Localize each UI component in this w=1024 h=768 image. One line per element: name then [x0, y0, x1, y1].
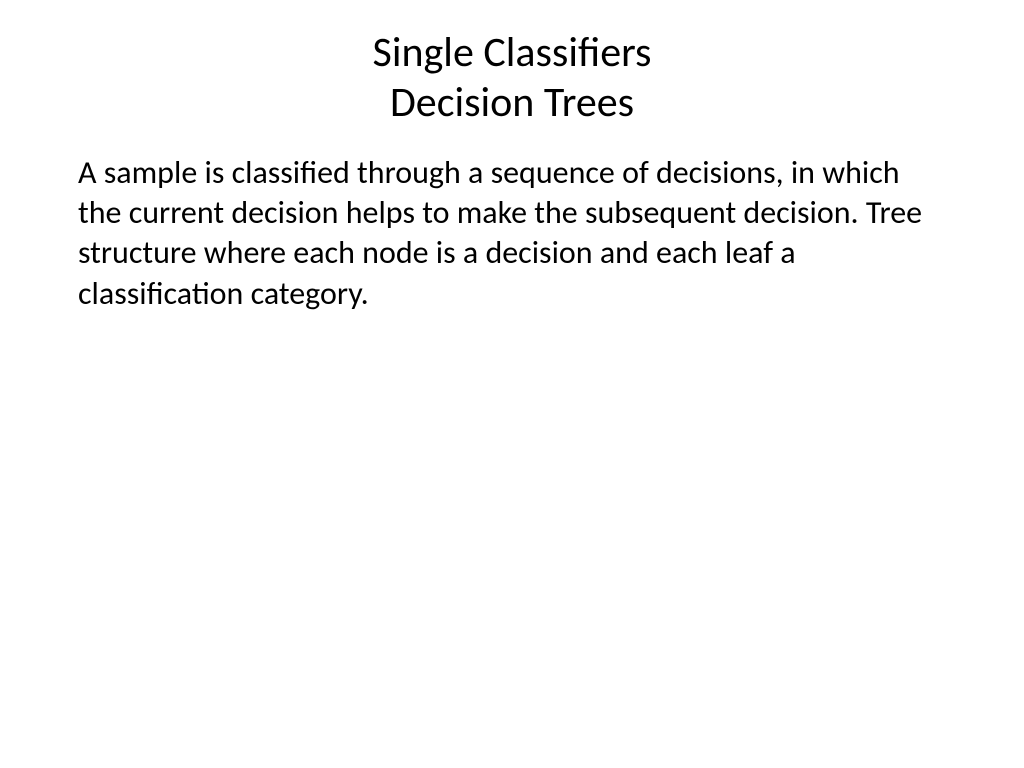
- slide-body-text: A sample is classified through a sequenc…: [78, 153, 946, 314]
- slide-title-line-1: Single Classifiers: [78, 28, 946, 78]
- slide-title-block: Single Classifiers Decision Trees: [78, 28, 946, 129]
- slide-container: Single Classifiers Decision Trees A samp…: [0, 0, 1024, 768]
- slide-title-line-2: Decision Trees: [78, 78, 946, 128]
